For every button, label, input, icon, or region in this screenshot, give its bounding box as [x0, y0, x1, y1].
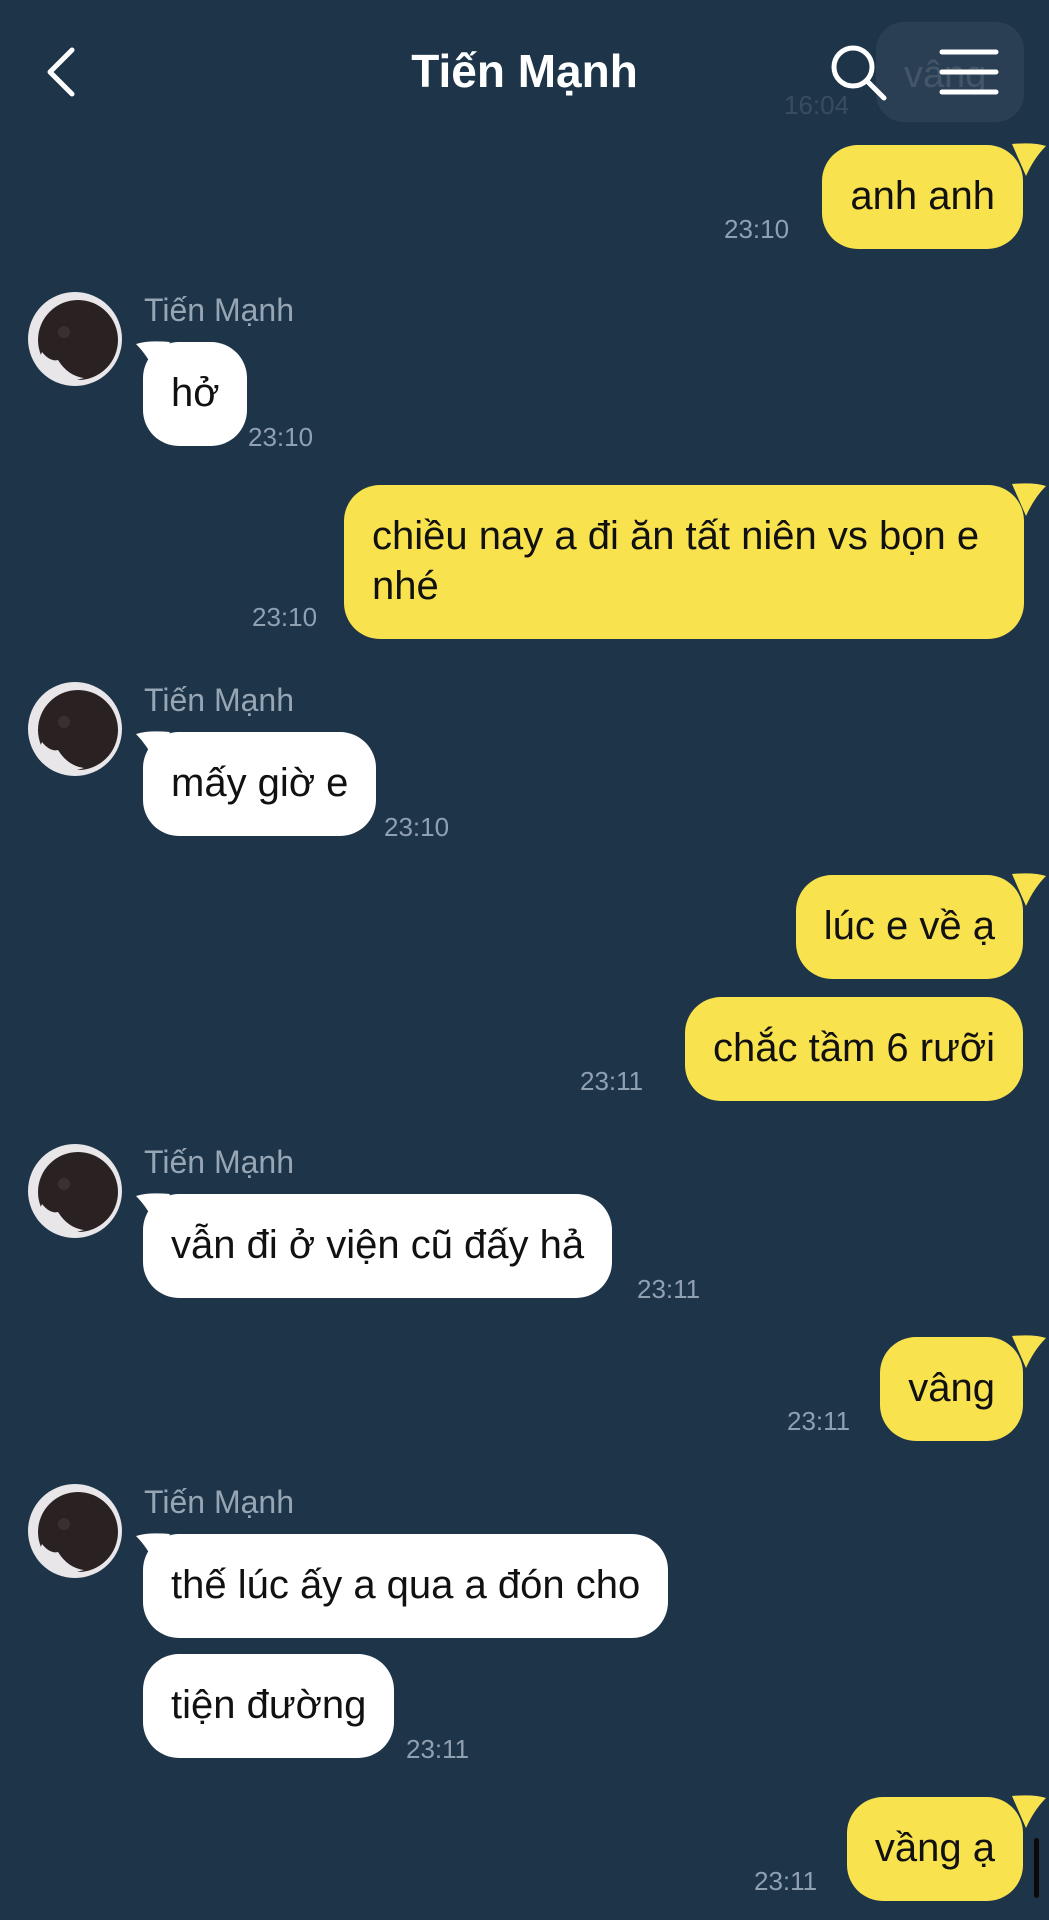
avatar[interactable]	[28, 1484, 122, 1578]
message-time: 23:11	[580, 1066, 644, 1096]
message-text: lúc e về ạ	[823, 904, 995, 948]
message-time: 23:10	[252, 602, 318, 632]
message-text: chiều nay a đi ăn tất niên vs bọn e nhé	[372, 514, 980, 608]
sender-name: Tiến Mạnh	[144, 292, 294, 328]
message-text: vâng	[908, 1366, 995, 1410]
incoming-message[interactable]: vẫn đi ở viện cũ đấy hả	[143, 1194, 613, 1298]
avatar-image	[28, 292, 122, 386]
scrollbar[interactable]	[1034, 1838, 1039, 1898]
menu-icon	[939, 49, 999, 95]
outgoing-message[interactable]: chiều nay a đi ăn tất niên vs bọn e nhé	[344, 485, 1024, 639]
outgoing-message[interactable]: vầng ạ	[846, 1797, 1023, 1901]
outgoing-message[interactable]: lúc e về ạ	[795, 875, 1023, 979]
sender-name: Tiến Mạnh	[144, 1484, 294, 1520]
chat-header: vâng 16:04 Tiến Mạnh	[0, 0, 1049, 140]
menu-button[interactable]	[938, 46, 1000, 98]
message-text: anh anh	[850, 174, 995, 218]
avatar[interactable]	[28, 682, 122, 776]
sender-name: Tiến Mạnh	[144, 682, 294, 718]
avatar-image	[28, 682, 122, 776]
message-text: chắc tầm 6 rưỡi	[713, 1026, 995, 1070]
outgoing-message[interactable]: chắc tầm 6 rưỡi	[685, 997, 1023, 1101]
message-text: mấy giờ e	[171, 761, 349, 805]
message-time: 23:10	[724, 214, 790, 244]
message-time: 23:11	[406, 1734, 470, 1764]
message-text: thế lúc ấy a qua a đón cho	[171, 1563, 641, 1607]
incoming-message[interactable]: tiện đường	[143, 1654, 395, 1758]
incoming-message[interactable]: mấy giờ e	[143, 732, 377, 836]
incoming-message[interactable]: hở	[143, 342, 248, 446]
message-time: 23:10	[248, 422, 314, 452]
message-time: 23:10	[384, 812, 450, 842]
message-text: vẫn đi ở viện cũ đấy hả	[171, 1223, 585, 1267]
sender-name: Tiến Mạnh	[144, 1144, 294, 1180]
bubble-tail	[1012, 1335, 1046, 1368]
incoming-message[interactable]: thế lúc ấy a qua a đón cho	[143, 1534, 669, 1638]
bubble-tail	[1012, 1795, 1046, 1828]
message-time: 23:11	[754, 1866, 818, 1896]
message-time: 23:11	[787, 1406, 851, 1436]
message-text: hở	[171, 371, 220, 415]
outgoing-message[interactable]: anh anh	[822, 145, 1023, 249]
message-text: vầng ạ	[874, 1826, 995, 1870]
avatar[interactable]	[28, 292, 122, 386]
search-button[interactable]	[828, 42, 890, 104]
chat-title: Tiến Mạnh	[411, 45, 638, 97]
bubble-tail	[1012, 143, 1046, 176]
avatar-image	[28, 1484, 122, 1578]
avatar[interactable]	[28, 1144, 122, 1238]
bubble-tail	[1012, 483, 1046, 516]
message-time: 23:11	[637, 1274, 701, 1304]
avatar-image	[28, 1144, 122, 1238]
outgoing-message[interactable]: vâng	[880, 1337, 1023, 1441]
bubble-tail	[1012, 873, 1046, 906]
search-icon	[831, 45, 887, 101]
message-text: tiện đường	[171, 1683, 367, 1727]
